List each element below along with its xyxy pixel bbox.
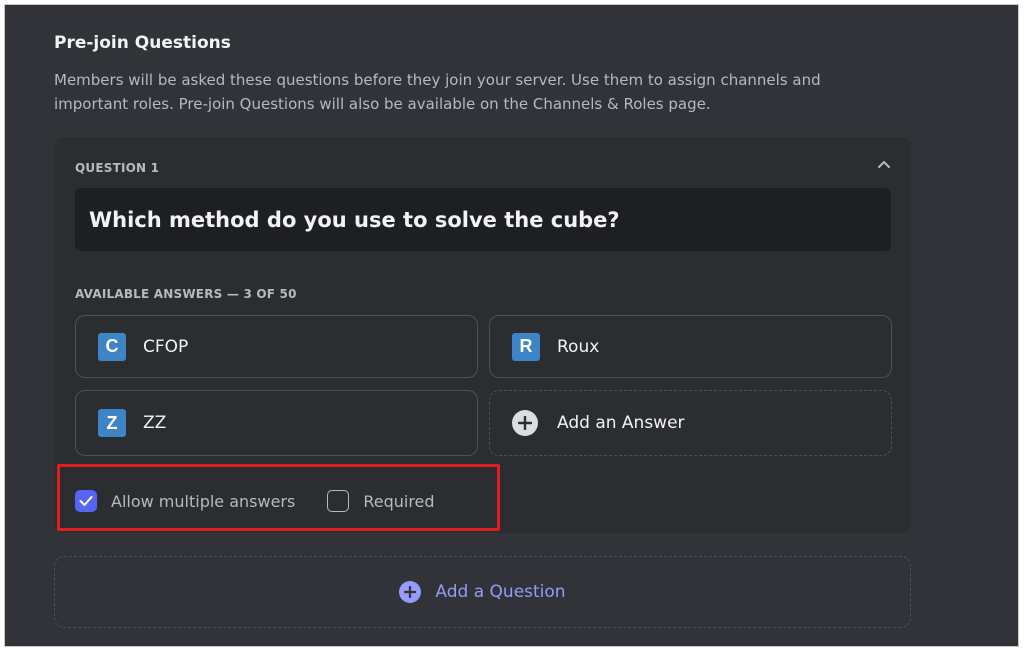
letter-c-icon: C <box>98 332 126 361</box>
add-answer-label: Add an Answer <box>557 413 685 433</box>
settings-panel: Pre-join Questions Members will be asked… <box>4 4 1019 647</box>
letter-r-icon: R <box>512 332 540 361</box>
question-card: QUESTION 1 Which method do you use to so… <box>54 137 911 533</box>
allow-multiple-checkbox[interactable] <box>75 490 97 512</box>
required-checkbox[interactable] <box>327 490 350 512</box>
question-number-label: QUESTION 1 <box>75 161 160 175</box>
required-label: Required <box>363 491 435 511</box>
answer-zz[interactable]: Z ZZ <box>75 390 478 456</box>
plus-circle-icon <box>512 410 538 436</box>
answer-label: Roux <box>557 336 600 357</box>
add-question-button[interactable]: Add a Question <box>54 556 911 628</box>
question-options: Allow multiple answers Required <box>75 486 435 516</box>
section-description: Members will be asked these questions be… <box>54 71 821 113</box>
letter-z-icon: Z <box>98 409 126 437</box>
allow-multiple-label: Allow multiple answers <box>111 491 296 511</box>
section-title: Pre-join Questions <box>54 33 231 53</box>
add-question-label: Add a Question <box>435 582 566 602</box>
add-answer-button[interactable]: Add an Answer <box>489 390 892 456</box>
collapse-button[interactable] <box>873 153 895 175</box>
available-answers-label: AVAILABLE ANSWERS — 3 OF 50 <box>75 287 297 301</box>
answer-label: ZZ <box>143 413 167 433</box>
answer-cfop[interactable]: C CFOP <box>75 315 478 378</box>
checkmark-icon <box>79 496 93 506</box>
answer-label: CFOP <box>143 336 189 357</box>
answer-roux[interactable]: R Roux <box>489 315 892 378</box>
question-text-input[interactable]: Which method do you use to solve the cub… <box>75 188 891 251</box>
plus-circle-icon <box>399 581 422 603</box>
chevron-up-icon <box>878 161 890 168</box>
